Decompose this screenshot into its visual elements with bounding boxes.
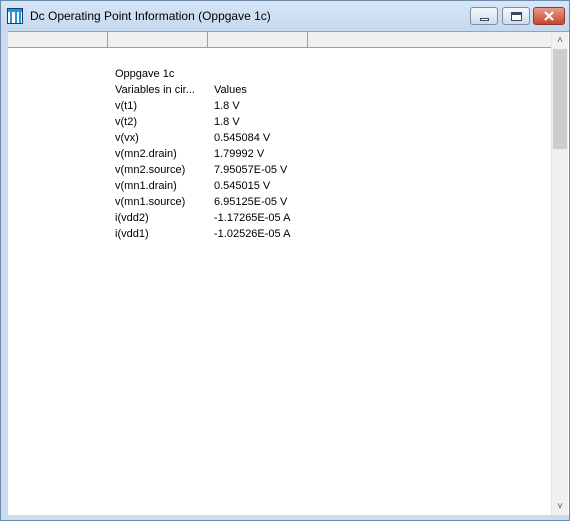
variable-name: v(t2) bbox=[115, 116, 137, 128]
scroll-thumb[interactable] bbox=[553, 49, 567, 149]
maximize-icon bbox=[511, 12, 522, 21]
variable-value: 1.8 V bbox=[214, 100, 240, 112]
operating-point-report: Oppgave 1c Variables in cir... Values v(t… bbox=[115, 66, 290, 242]
variable-name: v(vx) bbox=[115, 132, 139, 144]
variables-column-label: Variables in cir... bbox=[115, 84, 195, 96]
variable-name: i(vdd1) bbox=[115, 228, 149, 240]
close-icon bbox=[534, 8, 564, 24]
variable-value: 0.545084 V bbox=[214, 132, 271, 144]
report-row: v(mn1.source) 6.95125E-05 V bbox=[115, 194, 290, 210]
column-header-2[interactable] bbox=[108, 32, 208, 47]
chevron-down-icon: ˅ bbox=[557, 501, 563, 512]
variable-name: v(t1) bbox=[115, 100, 137, 112]
report-row: v(mn2.drain) 1.79992 V bbox=[115, 146, 290, 162]
app-window: Dc Operating Point Information (Oppgave … bbox=[0, 0, 570, 521]
chevron-up-icon: ˄ bbox=[557, 35, 563, 46]
report-title: Oppgave 1c bbox=[115, 68, 175, 80]
variable-name: v(mn1.drain) bbox=[115, 180, 177, 192]
variable-value: 1.8 V bbox=[214, 116, 240, 128]
variable-value: 7.95057E-05 V bbox=[214, 164, 288, 176]
close-button[interactable] bbox=[533, 7, 565, 25]
title-bar[interactable]: Dc Operating Point Information (Oppgave … bbox=[1, 1, 569, 31]
variable-name: v(mn1.source) bbox=[115, 196, 186, 208]
variable-name: i(vdd2) bbox=[115, 212, 149, 224]
maximize-button[interactable] bbox=[502, 7, 530, 25]
report-row: i(vdd1) -1.02526E-05 A bbox=[115, 226, 290, 242]
variable-name: v(mn2.source) bbox=[115, 164, 186, 176]
window-title: Dc Operating Point Information (Oppgave … bbox=[30, 9, 271, 23]
report-row: i(vdd2) -1.17265E-05 A bbox=[115, 210, 290, 226]
scroll-down-button[interactable]: ˅ bbox=[552, 498, 568, 515]
report-header-row: Variables in cir... Values bbox=[115, 82, 290, 98]
variable-value: -1.17265E-05 A bbox=[214, 212, 291, 224]
variable-value: 0.545015 V bbox=[214, 180, 271, 192]
minimize-icon bbox=[480, 18, 489, 21]
scroll-up-button[interactable]: ˄ bbox=[552, 32, 568, 49]
vertical-scrollbar[interactable]: ˄ ˅ bbox=[551, 32, 568, 515]
minimize-button[interactable] bbox=[470, 7, 498, 25]
variable-value: -1.02526E-05 A bbox=[214, 228, 291, 240]
report-row: v(t1) 1.8 V bbox=[115, 98, 290, 114]
column-header-1[interactable] bbox=[8, 32, 108, 47]
report-row: v(mn1.drain) 0.545015 V bbox=[115, 178, 290, 194]
report-row: v(t2) 1.8 V bbox=[115, 114, 290, 130]
column-header-3[interactable] bbox=[208, 32, 308, 47]
column-header-row bbox=[8, 32, 551, 48]
variable-value: 6.95125E-05 V bbox=[214, 196, 288, 208]
app-window-icon bbox=[7, 8, 23, 24]
results-pane: Oppgave 1c Variables in cir... Values v(t… bbox=[8, 31, 569, 515]
variable-value: 1.79992 V bbox=[214, 148, 265, 160]
report-row: v(mn2.source) 7.95057E-05 V bbox=[115, 162, 290, 178]
values-column-label: Values bbox=[214, 84, 247, 96]
report-row: v(vx) 0.545084 V bbox=[115, 130, 290, 146]
variable-name: v(mn2.drain) bbox=[115, 148, 177, 160]
